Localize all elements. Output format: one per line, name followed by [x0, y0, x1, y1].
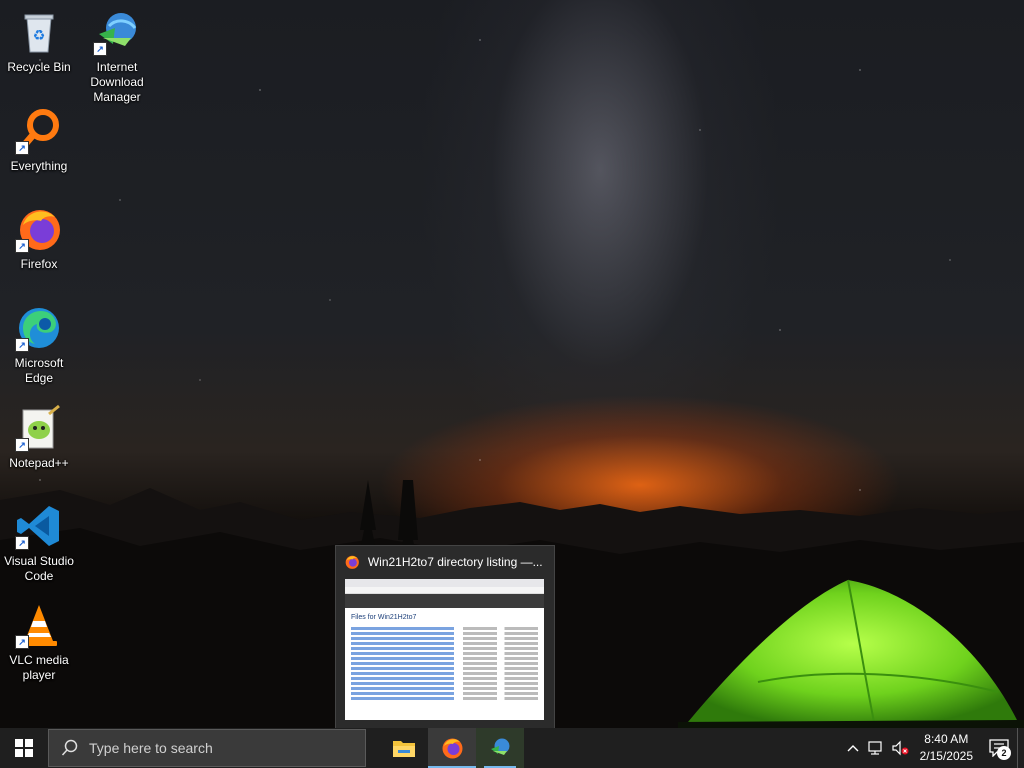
desktop-icon-label: VLC media player: [9, 653, 69, 682]
desktop-icon-label: Everything: [10, 159, 68, 173]
taskbar: Type here to search 8:40 AM 2/15/2025 2: [0, 728, 1024, 768]
desktop-icon-vscode[interactable]: ↗ Visual Studio Code: [1, 502, 77, 584]
windows-logo-icon: [15, 739, 33, 757]
shortcut-arrow-icon: ↗: [15, 536, 29, 550]
desktop-icon-notepadpp[interactable]: ↗ Notepad++: [1, 404, 77, 471]
show-desktop-button[interactable]: [1017, 728, 1024, 768]
network-status-button[interactable]: [864, 728, 888, 768]
chevron-up-icon: [847, 745, 859, 752]
vlc-icon: ↗: [15, 601, 63, 649]
system-tray: 8:40 AM 2/15/2025 2: [842, 728, 1024, 768]
desktop-icon-vlc[interactable]: ↗ VLC media player: [1, 601, 77, 683]
desktop-icon-idm[interactable]: ↗ Internet Download Manager: [79, 8, 155, 105]
shortcut-arrow-icon: ↗: [15, 438, 29, 452]
taskbar-search-box[interactable]: Type here to search: [48, 729, 366, 767]
preview-toolbar: [345, 587, 544, 594]
preview-row: [351, 677, 538, 680]
taskbar-thumbnail-preview[interactable]: Win21H2to7 directory listing —... Files …: [335, 545, 555, 728]
edge-icon: ↗: [15, 304, 63, 352]
idm-icon: [491, 738, 510, 755]
preview-row: [351, 697, 538, 700]
preview-row: [351, 627, 538, 630]
svg-text:♻: ♻: [33, 28, 46, 44]
start-button[interactable]: [0, 728, 48, 768]
desktop-background: ♻ Recycle Bin ↗ Internet Download Manage…: [0, 0, 1024, 728]
clock-date: 2/15/2025: [919, 749, 973, 763]
show-hidden-icons-button[interactable]: [842, 728, 864, 768]
volume-muted-icon: [892, 740, 909, 756]
desktop-icon-label: Notepad++: [9, 456, 69, 470]
preview-row: [351, 652, 538, 655]
network-icon: [868, 741, 882, 755]
taskbar-app-file-explorer[interactable]: [380, 728, 428, 768]
vscode-icon: ↗: [15, 502, 63, 550]
preview-page-heading: Files for Win21H2to7: [351, 614, 417, 621]
preview-site-header: [345, 594, 544, 608]
preview-row: [351, 632, 538, 635]
preview-file-table: [351, 627, 538, 700]
notepadpp-icon: ↗: [15, 404, 63, 452]
notification-count-badge: 2: [997, 746, 1011, 760]
taskbar-app-firefox[interactable]: [428, 728, 476, 768]
desktop-icon-label: Microsoft Edge: [14, 356, 64, 385]
taskbar-app-idm[interactable]: [476, 728, 524, 768]
firefox-icon: [345, 555, 359, 569]
firefox-icon: [442, 738, 463, 759]
preview-row: [351, 642, 538, 645]
shortcut-arrow-icon: ↗: [93, 42, 107, 56]
folder-icon: [393, 741, 415, 757]
search-placeholder: Type here to search: [89, 740, 213, 756]
preview-window-snapshot[interactable]: Files for Win21H2to7: [345, 579, 544, 720]
everything-icon: ↗: [15, 107, 63, 155]
shortcut-arrow-icon: ↗: [15, 635, 29, 649]
preview-row: [351, 637, 538, 640]
volume-button[interactable]: [888, 728, 912, 768]
desktop-icon-label: Internet Download Manager: [90, 60, 144, 104]
search-icon: [61, 739, 78, 756]
idm-icon: ↗: [93, 8, 141, 56]
clock[interactable]: 8:40 AM 2/15/2025: [912, 728, 981, 768]
preview-row: [351, 662, 538, 665]
preview-row: [351, 687, 538, 690]
preview-row: [351, 672, 538, 675]
firefox-icon: ↗: [15, 205, 63, 253]
recycle-bin-icon: ♻: [15, 8, 63, 56]
clock-time: 8:40 AM: [924, 732, 969, 746]
shortcut-arrow-icon: ↗: [15, 239, 29, 253]
desktop-icon-everything[interactable]: ↗ Everything: [1, 107, 77, 174]
preview-row: [351, 682, 538, 685]
preview-row: [351, 667, 538, 670]
shortcut-arrow-icon: ↗: [15, 338, 29, 352]
desktop-icon-edge[interactable]: ↗ Microsoft Edge: [1, 304, 77, 386]
preview-row: [351, 692, 538, 695]
shortcut-arrow-icon: ↗: [15, 141, 29, 155]
preview-row: [351, 657, 538, 660]
action-center-button[interactable]: 2: [981, 728, 1017, 768]
tent-illustration: [678, 579, 1024, 728]
desktop-icon-label: Visual Studio Code: [4, 554, 74, 583]
preview-header: Win21H2to7 directory listing —...: [336, 546, 554, 578]
desktop-icon-label: Recycle Bin: [7, 60, 71, 74]
preview-window-title: Win21H2to7 directory listing —...: [367, 555, 543, 569]
desktop-icon-firefox[interactable]: ↗ Firefox: [1, 205, 77, 272]
preview-row: [351, 647, 538, 650]
desktop-icon-label: Firefox: [20, 257, 58, 271]
desktop-icon-recycle-bin[interactable]: ♻ Recycle Bin: [1, 8, 77, 75]
preview-tabstrip: [345, 579, 544, 587]
